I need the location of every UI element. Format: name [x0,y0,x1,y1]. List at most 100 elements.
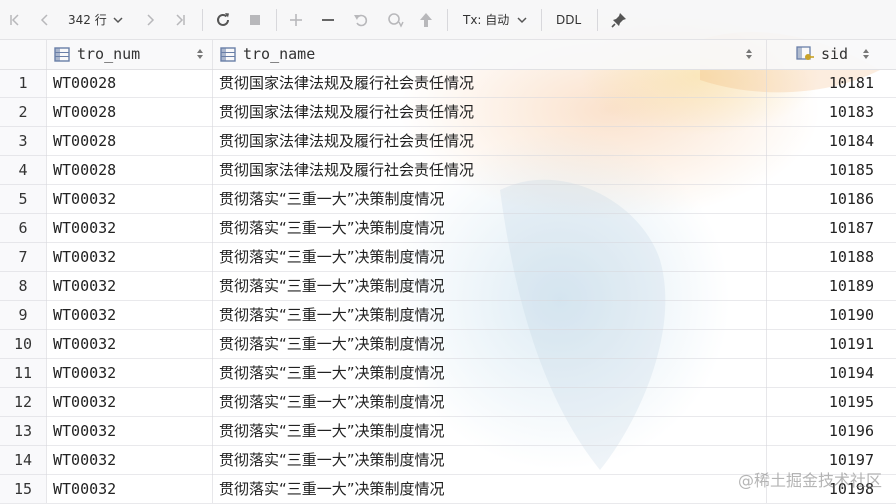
pin-icon[interactable] [608,0,630,39]
row-number: 7 [18,248,28,266]
first-page-icon[interactable] [4,0,26,39]
cell-tro-name[interactable]: 贯彻落实“三重一大”决策制度情况 [219,359,445,388]
cell-tro-num[interactable]: WT00032 [53,185,116,214]
cell-tro-name[interactable]: 贯彻落实“三重一大”决策制度情况 [219,446,445,475]
cell-tro-name[interactable]: 贯彻落实“三重一大”决策制度情况 [219,330,445,359]
row-number: 10 [13,335,33,353]
next-page-icon[interactable] [140,0,160,39]
row-number: 12 [13,393,33,411]
data-grid: tro_num tro_name sid 1 WT00028 贯彻国家法律法规及履行… [0,39,896,504]
cell-sid[interactable]: 10185 [829,156,874,185]
cell-tro-name[interactable]: 贯彻落实“三重一大”决策制度情况 [219,272,445,301]
table-row[interactable]: 2 WT00028 贯彻国家法律法规及履行社会责任情况 10183 [0,98,896,127]
row-number: 13 [13,422,33,440]
key-column-icon [796,46,814,62]
cell-tro-num[interactable]: WT00032 [53,301,116,330]
cell-tro-num[interactable]: WT00028 [53,127,116,156]
table-row[interactable]: 8 WT00032 贯彻落实“三重一大”决策制度情况 10189 [0,272,896,301]
cell-sid[interactable]: 10194 [829,359,874,388]
cell-sid[interactable]: 10183 [829,98,874,127]
column-header-label: tro_num [77,45,141,63]
cell-sid[interactable]: 10186 [829,185,874,214]
cell-sid[interactable]: 10196 [829,417,874,446]
cell-sid[interactable]: 10190 [829,301,874,330]
cell-tro-name[interactable]: 贯彻国家法律法规及履行社会责任情况 [219,127,474,156]
ddl-button[interactable]: DDL [556,0,581,39]
toolbar-divider [447,9,448,31]
cell-sid[interactable]: 10191 [829,330,874,359]
cell-tro-name[interactable]: 贯彻国家法律法规及履行社会责任情况 [219,98,474,127]
row-count-selector[interactable]: 342 行 [68,0,123,39]
cell-sid[interactable]: 10187 [829,214,874,243]
cell-tro-name[interactable]: 贯彻落实“三重一大”决策制度情况 [219,417,445,446]
cell-tro-num[interactable]: WT00028 [53,69,116,98]
table-row[interactable]: 9 WT00032 贯彻落实“三重一大”决策制度情况 10190 [0,301,896,330]
chevron-down-icon [517,16,527,24]
cell-tro-name[interactable]: 贯彻国家法律法规及履行社会责任情况 [219,156,474,185]
row-number: 2 [18,103,28,121]
cell-tro-name[interactable]: 贯彻落实“三重一大”决策制度情况 [219,301,445,330]
table-row[interactable]: 7 WT00032 贯彻落实“三重一大”决策制度情况 10188 [0,243,896,272]
cell-tro-num[interactable]: WT00028 [53,98,116,127]
cell-tro-name[interactable]: 贯彻国家法律法规及履行社会责任情况 [219,69,474,98]
row-count-label: 342 行 [68,13,107,27]
cell-tro-num[interactable]: WT00032 [53,475,116,504]
cell-sid[interactable]: 10184 [829,127,874,156]
submit-arrow-icon[interactable] [415,0,437,39]
row-number: 1 [18,74,28,92]
table-row[interactable]: 1 WT00028 贯彻国家法律法规及履行社会责任情况 10181 [0,69,896,98]
cell-tro-name[interactable]: 贯彻落实“三重一大”决策制度情况 [219,214,445,243]
table-row[interactable]: 13 WT00032 贯彻落实“三重一大”决策制度情况 10196 [0,417,896,446]
column-header-label: sid [821,45,849,63]
sort-icon[interactable] [745,39,753,69]
cell-tro-num[interactable]: WT00032 [53,214,116,243]
table-row[interactable]: 12 WT00032 贯彻落实“三重一大”决策制度情况 10195 [0,388,896,417]
row-number: 8 [18,277,28,295]
column-icon [220,46,236,62]
toolbar-divider [202,9,203,31]
table-row[interactable]: 10 WT00032 贯彻落实“三重一大”决策制度情况 10191 [0,330,896,359]
cell-tro-name[interactable]: 贯彻落实“三重一大”决策制度情况 [219,475,445,504]
cell-tro-name[interactable]: 贯彻落实“三重一大”决策制度情况 [219,388,445,417]
add-row-icon[interactable] [285,0,307,39]
cell-tro-num[interactable]: WT00032 [53,388,116,417]
row-number: 15 [13,480,33,498]
row-number: 11 [13,364,33,382]
refresh-icon[interactable] [212,0,234,39]
cell-tro-num[interactable]: WT00032 [53,272,116,301]
cell-tro-num[interactable]: WT00032 [53,359,116,388]
column-header-tro-name[interactable]: tro_name [220,39,315,69]
table-row[interactable]: 5 WT00032 贯彻落实“三重一大”决策制度情况 10186 [0,185,896,214]
cell-tro-num[interactable]: WT00028 [53,156,116,185]
sort-icon[interactable] [196,39,204,69]
last-page-icon[interactable] [169,0,191,39]
cell-tro-name[interactable]: 贯彻落实“三重一大”决策制度情况 [219,185,445,214]
cell-sid[interactable]: 10188 [829,243,874,272]
grid-header: tro_num tro_name sid [0,39,896,70]
table-row[interactable]: 11 WT00032 贯彻落实“三重一大”决策制度情况 10194 [0,359,896,388]
column-header-label: tro_name [243,45,316,63]
cell-tro-name[interactable]: 贯彻落实“三重一大”决策制度情况 [219,243,445,272]
previous-page-icon[interactable] [34,0,56,39]
table-row[interactable]: 3 WT00028 贯彻国家法律法规及履行社会责任情况 10184 [0,127,896,156]
cell-sid[interactable]: 10195 [829,388,874,417]
toolbar-divider [541,9,542,31]
preview-changes-icon[interactable] [383,0,407,39]
cell-sid[interactable]: 10181 [829,69,874,98]
column-header-tro-num[interactable]: tro_num [54,39,140,69]
revert-icon[interactable] [350,0,372,39]
cell-tro-num[interactable]: WT00032 [53,243,116,272]
column-header-sid[interactable]: sid [796,39,848,69]
transaction-mode-label: Tx: 自动 [463,13,510,27]
stop-icon[interactable] [244,0,266,39]
table-row[interactable]: 6 WT00032 贯彻落实“三重一大”决策制度情况 10187 [0,214,896,243]
cell-tro-num[interactable]: WT00032 [53,330,116,359]
table-row[interactable]: 4 WT00028 贯彻国家法律法规及履行社会责任情况 10185 [0,156,896,185]
cell-sid[interactable]: 10189 [829,272,874,301]
transaction-mode-selector[interactable]: Tx: 自动 [463,0,527,39]
toolbar-divider [597,9,598,31]
sort-icon[interactable] [862,39,870,69]
cell-tro-num[interactable]: WT00032 [53,446,116,475]
delete-row-icon[interactable] [317,0,339,39]
cell-tro-num[interactable]: WT00032 [53,417,116,446]
